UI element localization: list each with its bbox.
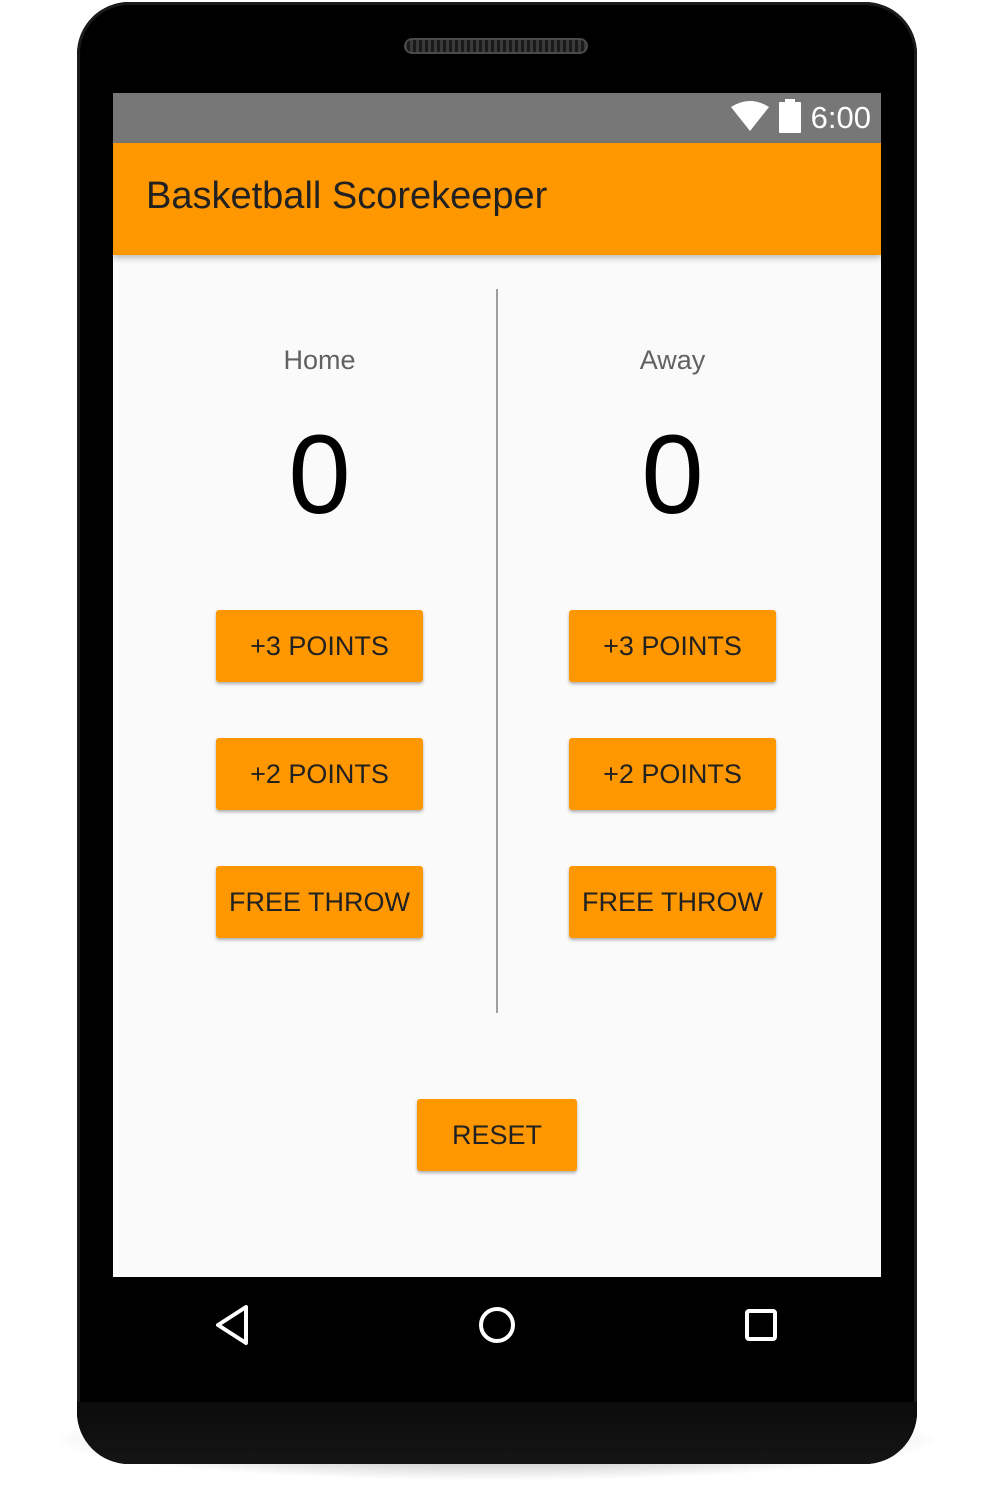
- away-team-label: Away: [639, 345, 706, 375]
- home-plus-3-button[interactable]: +3 POINTS: [216, 610, 423, 682]
- home-icon: [475, 1303, 519, 1352]
- stage: 6:00 Basketball Scorekeeper Home 0 +3 PO…: [0, 0, 993, 1490]
- recents-icon: [741, 1305, 781, 1350]
- screen: 6:00 Basketball Scorekeeper Home 0 +3 PO…: [113, 93, 881, 1277]
- status-time: 6:00: [810, 100, 871, 135]
- status-icons: 6:00: [730, 98, 871, 138]
- battery-icon: [778, 98, 801, 138]
- nav-back-button[interactable]: [202, 1302, 262, 1352]
- speaker-grille: [404, 38, 588, 54]
- app-title: Basketball Scorekeeper: [146, 175, 548, 217]
- back-icon: [212, 1303, 252, 1352]
- away-team-column: Away 0 +3 POINTS +2 POINTS FREE THROW: [496, 289, 849, 1013]
- status-bar: 6:00: [113, 93, 881, 143]
- away-score: 0: [641, 412, 704, 537]
- phone-frame: 6:00 Basketball Scorekeeper Home 0 +3 PO…: [77, 2, 917, 1464]
- nav-home-button[interactable]: [467, 1302, 527, 1352]
- wifi-icon: [730, 100, 769, 136]
- away-plus-2-button[interactable]: +2 POINTS: [569, 738, 776, 810]
- home-team-column: Home 0 +3 POINTS +2 POINTS FREE THROW: [143, 289, 496, 1013]
- device-chin: [77, 1402, 917, 1464]
- away-plus-3-button[interactable]: +3 POINTS: [569, 610, 776, 682]
- nav-recents-button[interactable]: [731, 1302, 791, 1352]
- away-free-throw-button[interactable]: FREE THROW: [569, 866, 776, 938]
- app-bar: Basketball Scorekeeper: [113, 143, 881, 255]
- home-free-throw-button[interactable]: FREE THROW: [216, 866, 423, 938]
- reset-button[interactable]: RESET: [417, 1099, 577, 1171]
- home-team-label: Home: [283, 345, 356, 375]
- home-plus-2-button[interactable]: +2 POINTS: [216, 738, 423, 810]
- home-score: 0: [288, 412, 351, 537]
